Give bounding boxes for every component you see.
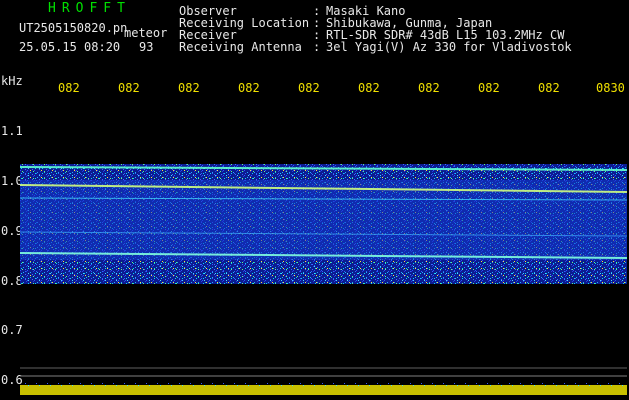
hrofft-window: HROFFT UT2505150820.pn meteor 25.05.15 0… <box>0 0 629 400</box>
spectrogram <box>20 164 627 395</box>
time-tick: 082 <box>478 81 500 95</box>
time-tick: 082 <box>298 81 320 95</box>
power-bar-peak <box>20 382 627 386</box>
time-tick: 082 <box>178 81 200 95</box>
time-tick: 082 <box>118 81 140 95</box>
meteor-count: 93 <box>139 40 154 54</box>
filename: UT2505150820.pn <box>19 21 128 35</box>
info-colon: : <box>313 40 321 54</box>
datetime: 25.05.15 08:20 <box>19 40 121 54</box>
app-title: HROFFT <box>48 1 131 16</box>
time-tick: 082 <box>418 81 440 95</box>
time-tick: 082 <box>58 81 80 95</box>
meteor-label: meteor <box>124 26 168 40</box>
power-bar <box>20 385 627 395</box>
frequency-unit-label: kHz <box>1 74 23 88</box>
time-tick: 082 <box>358 81 380 95</box>
info-label-antenna: Receiving Antenna <box>179 40 302 54</box>
time-tick: 082 <box>238 81 260 95</box>
time-tick: 0830 <box>596 81 625 95</box>
time-tick: 082 <box>538 81 560 95</box>
noise-band-core <box>20 180 627 260</box>
info-value-antenna: 3el Yagi(V) Az 330 for Vladivostok <box>326 40 572 54</box>
